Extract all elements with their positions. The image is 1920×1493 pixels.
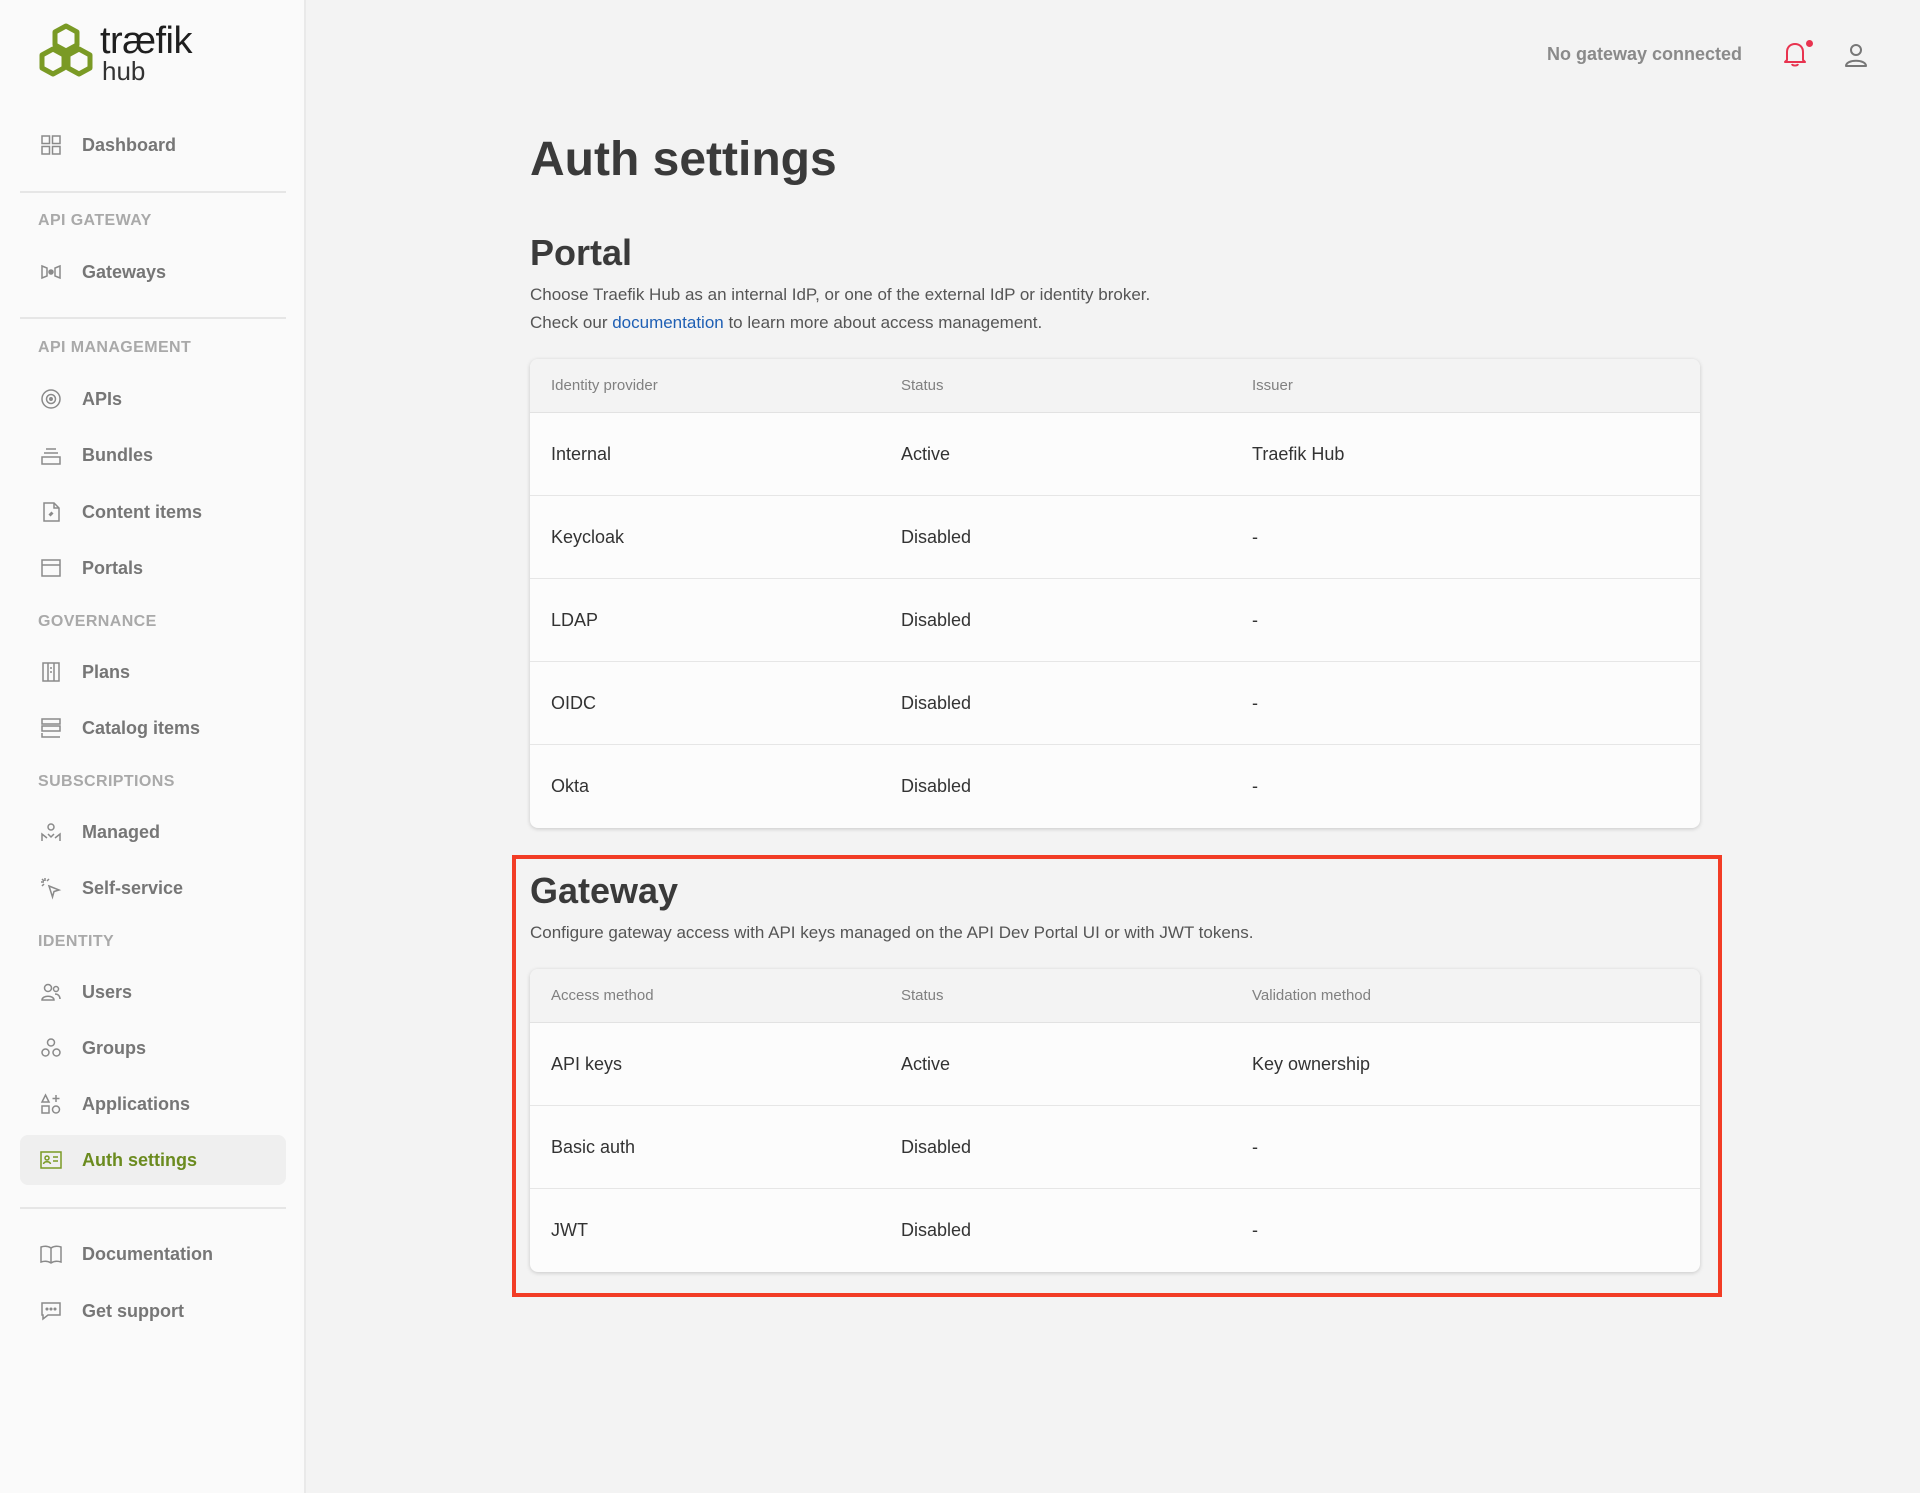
id-card-icon [38, 1147, 64, 1173]
sidebar-item-self-service[interactable]: Self-service [20, 863, 286, 913]
sidebar-item-documentation[interactable]: Documentation [20, 1229, 286, 1279]
section-api-gateway: API GATEWAY [38, 212, 152, 229]
sidebar-item-label: Plans [82, 661, 131, 682]
sidebar-item-get-support[interactable]: Get support [20, 1286, 286, 1336]
sidebar-item-label: Managed [82, 821, 161, 842]
section-identity: IDENTITY [38, 933, 115, 950]
portal-section-title: Portal [530, 232, 633, 273]
sidebar-item-managed[interactable]: Managed [20, 807, 286, 857]
chat-bubble-icon [38, 1298, 64, 1324]
gateway-icon [38, 259, 64, 285]
sidebar-divider [20, 1207, 286, 1209]
dashboard-grid-icon [38, 132, 64, 158]
user-icon[interactable] [1843, 42, 1869, 68]
sidebar-item-auth-settings[interactable]: Auth settings [20, 1135, 286, 1185]
traefik-hub-logo[interactable]: træfik hub [36, 20, 193, 84]
table-header: Identity provider Status Issuer [530, 359, 1700, 413]
table-row-okta[interactable]: Okta Disabled - [530, 745, 1700, 828]
bell-icon[interactable] [1782, 40, 1808, 68]
table-row-ldap[interactable]: LDAP Disabled - [530, 579, 1700, 662]
applications-icon [38, 1091, 64, 1117]
sidebar-item-label: Bundles [82, 444, 154, 465]
portal-window-icon [38, 555, 64, 581]
sidebar-item-label: Catalog items [82, 717, 201, 738]
api-target-icon [38, 386, 64, 412]
sidebar-item-catalog-items[interactable]: Catalog items [20, 703, 286, 753]
table-row-keycloak[interactable]: Keycloak Disabled - [530, 496, 1700, 579]
sidebar-item-label: Content items [82, 501, 203, 522]
sidebar-item-label: Self-service [82, 877, 184, 898]
page-title: Auth settings [530, 133, 837, 186]
table-row-oidc[interactable]: OIDC Disabled - [530, 662, 1700, 745]
sidebar-divider [20, 191, 286, 193]
sidebar-item-applications[interactable]: Applications [20, 1079, 286, 1129]
hexagon-logo-icon [39, 23, 93, 77]
sidebar: træfik hub Dashboard API GATEWAY Gateway… [0, 0, 306, 1493]
sidebar-item-label: Gateways [82, 261, 167, 282]
sidebar-item-apis[interactable]: APIs [20, 374, 286, 424]
section-subscriptions: SUBSCRIPTIONS [38, 773, 175, 790]
logo-brand-text: træfik [100, 20, 193, 62]
documentation-link[interactable]: documentation [612, 313, 724, 332]
gateway-section-highlight [512, 855, 1722, 1297]
sidebar-item-label: Users [82, 981, 133, 1002]
sidebar-item-content-items[interactable]: Content items [20, 487, 286, 537]
sidebar-item-label: Portals [82, 557, 144, 578]
identity-provider-table: Identity provider Status Issuer Internal… [530, 359, 1700, 828]
sidebar-item-gateways[interactable]: Gateways [20, 247, 286, 297]
groups-icon [38, 1035, 64, 1061]
sidebar-item-dashboard[interactable]: Dashboard [20, 120, 286, 170]
sidebar-item-portals[interactable]: Portals [20, 543, 286, 593]
portal-description: Choose Traefik Hub as an internal IdP, o… [530, 285, 1151, 332]
sidebar-item-label: Documentation [82, 1243, 214, 1264]
column-header-status[interactable]: Status [881, 377, 1232, 394]
sidebar-item-groups[interactable]: Groups [20, 1023, 286, 1073]
book-icon [38, 1241, 64, 1267]
column-header-issuer[interactable]: Issuer [1232, 377, 1293, 394]
section-api-management: API MANAGEMENT [38, 339, 192, 356]
column-header-identity-provider[interactable]: Identity provider [530, 377, 881, 394]
sidebar-item-label: Auth settings [82, 1149, 197, 1170]
catalog-icon [38, 715, 64, 741]
pointer-click-icon [38, 875, 64, 901]
users-icon [38, 979, 64, 1005]
sidebar-item-bundles[interactable]: Bundles [20, 430, 286, 480]
sidebar-item-plans[interactable]: Plans [20, 647, 286, 697]
content-document-icon [38, 499, 64, 525]
gateway-status-text: No gateway connected [1546, 44, 1742, 64]
sidebar-item-label: Dashboard [82, 134, 177, 155]
managed-hands-icon [38, 819, 64, 845]
sidebar-item-label: Groups [82, 1037, 147, 1058]
section-governance: GOVERNANCE [38, 613, 157, 630]
sidebar-divider [20, 317, 286, 319]
plans-icon [38, 659, 64, 685]
table-row-internal[interactable]: Internal Active Traefik Hub [530, 413, 1700, 496]
sidebar-item-users[interactable]: Users [20, 967, 286, 1017]
sidebar-item-label: Get support [82, 1300, 184, 1321]
notification-dot [1806, 40, 1813, 47]
sidebar-item-label: Applications [82, 1093, 191, 1114]
sidebar-item-label: APIs [82, 388, 123, 409]
bundles-stack-icon [38, 442, 64, 468]
